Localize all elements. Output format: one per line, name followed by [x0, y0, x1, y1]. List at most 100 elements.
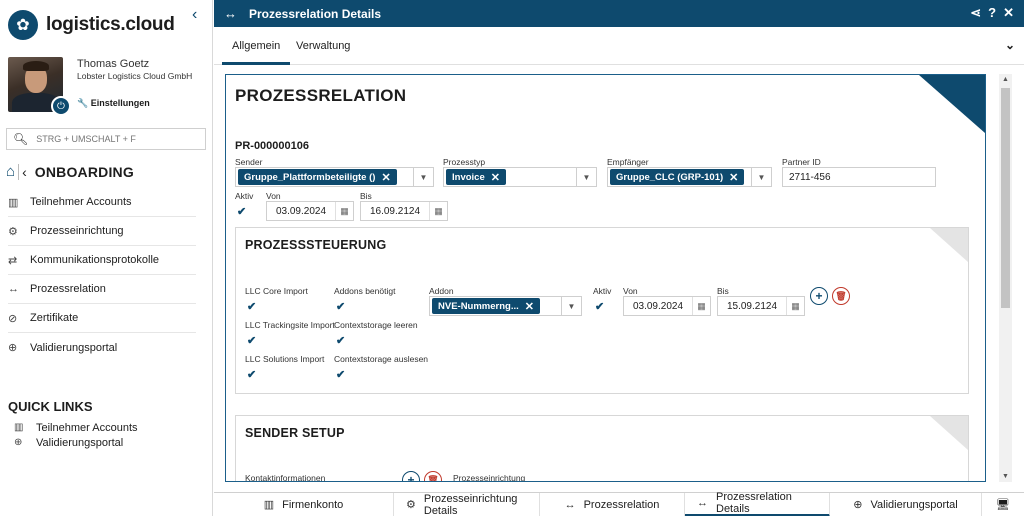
addon-von-date-field[interactable]: 03.09.2024 ▦ — [623, 296, 711, 316]
add-contact-button[interactable]: + — [402, 471, 420, 482]
search-input[interactable] — [36, 134, 197, 144]
addon-aktiv-label: Aktiv — [593, 286, 612, 296]
remove-chip-icon[interactable]: ✕ — [525, 300, 534, 313]
addon-chip: NVE-Nummerng... ✕ — [432, 298, 540, 314]
empfaenger-chip-label: Gruppe_CLC (GRP-101) — [616, 171, 724, 183]
bottom-tab-prozessrelation-details[interactable]: ↔ Prozessrelation Details — [685, 491, 830, 516]
empfaenger-select[interactable]: Gruppe_CLC (GRP-101) ✕ ▼ — [607, 167, 772, 187]
bottom-tab-prozessrelation[interactable]: ↔ Prozessrelation — [540, 492, 685, 516]
addon-aktiv-checkbox[interactable]: ✔ — [595, 301, 607, 313]
close-icon[interactable]: ✕ — [1003, 5, 1014, 21]
calendar-icon[interactable]: ▦ — [429, 202, 447, 220]
tab-bar: Allgemein Verwaltung ⌄ — [214, 27, 1024, 65]
remove-chip-icon[interactable]: ✕ — [491, 171, 500, 184]
remove-chip-icon[interactable]: ✕ — [381, 171, 390, 184]
chevron-down-icon[interactable]: ▼ — [576, 168, 596, 186]
sidebar-item-label: Prozessrelation — [30, 283, 106, 295]
partner-id-field[interactable]: 2711-456 — [782, 167, 936, 187]
global-search[interactable]: 🔍︎ — [6, 128, 206, 150]
exchange-icon: ⇄ — [8, 254, 18, 267]
settings-link[interactable]: 🔧 Einstellungen — [77, 98, 150, 109]
delete-addon-button[interactable]: 🗑︎ — [832, 287, 850, 305]
arrows-horizontal-icon: ↔ — [224, 6, 237, 21]
bottom-tab-label: Prozesseinrichtung Details — [423, 492, 518, 516]
chevron-down-icon[interactable]: ▼ — [561, 297, 581, 315]
bottom-tab-firmenkonto[interactable]: ▥ Firmenkonto — [214, 492, 394, 516]
addon-bis-date-field[interactable]: 15.09.2124 ▦ — [717, 296, 805, 316]
empfaenger-label: Empfänger — [607, 157, 649, 167]
quick-link-validierungsportal[interactable]: ⊕ Validierungsportal — [14, 435, 138, 450]
nav-section-header: ⌂ ‹ ONBOARDING — [6, 163, 134, 180]
llc-core-import-checkbox[interactable]: ✔ — [247, 301, 259, 313]
aktiv-checkbox[interactable]: ✔ — [237, 206, 249, 218]
kontaktinformationen-label: Kontaktinformationen — [245, 473, 326, 482]
bottom-tab-prozesseinrichtung-details[interactable]: ⚙ Prozesseinrichtung Details — [394, 492, 540, 516]
sidebar-item-teilnehmer-accounts[interactable]: ▥ Teilnehmer Accounts — [8, 188, 196, 217]
calendar-icon[interactable]: ▦ — [692, 297, 710, 315]
brand-logo[interactable]: ✿ logistics.cloud — [8, 10, 175, 40]
building-icon: ▥ — [8, 196, 19, 209]
bottom-tab-label: Firmenkonto — [282, 498, 344, 511]
settings-label: Einstellungen — [90, 98, 150, 108]
help-icon[interactable]: ? — [988, 5, 996, 21]
desktop-view-button[interactable]: 🖥︎ — [982, 493, 1024, 516]
llc-solutions-import-checkbox[interactable]: ✔ — [247, 369, 259, 381]
sidebar-item-prozessrelation[interactable]: ↔ Prozessrelation — [8, 275, 196, 304]
chevron-down-icon[interactable]: ▼ — [413, 168, 433, 186]
delete-contact-button[interactable]: 🗑︎ — [424, 471, 442, 481]
addons-benoetigt-label: Addons benötigt — [334, 286, 396, 296]
sidebar-nav: ▥ Teilnehmer Accounts ⚙ Prozesseinrichtu… — [8, 188, 196, 362]
chevron-double-down-icon[interactable]: ⌄ — [1005, 38, 1015, 52]
app-root: ✿ logistics.cloud ‹ ⏻ Thomas Goetz Lobst… — [0, 0, 1024, 516]
wrench-icon: 🔧 — [77, 98, 89, 108]
contextstorage-auslesen-checkbox[interactable]: ✔ — [336, 369, 348, 381]
quick-link-label: Teilnehmer Accounts — [36, 421, 138, 434]
magnify-check-icon: ⊕ — [8, 342, 18, 354]
calendar-icon[interactable]: ▦ — [335, 202, 353, 220]
sidebar-collapse-chevron-icon[interactable]: ‹ — [192, 6, 197, 24]
llc-solutions-import-label: LLC Solutions Import — [245, 354, 325, 364]
magnify-check-icon: ⊕ — [853, 499, 863, 511]
sender-chip-label: Gruppe_Plattformbeteiligte () — [244, 171, 376, 183]
scroll-up-icon[interactable]: ▲ — [1002, 76, 1009, 83]
share-icon[interactable]: ⋖ — [970, 5, 981, 21]
user-company: Lobster Logistics Cloud GmbH — [77, 71, 193, 81]
partner-id-label: Partner ID — [782, 157, 821, 167]
sidebar-item-validierungsportal[interactable]: ⊕ Validierungsportal — [8, 333, 196, 362]
sidebar-item-zertifikate[interactable]: ⊘ Zertifikate — [8, 304, 196, 333]
von-date-field[interactable]: 03.09.2024 ▦ — [266, 201, 354, 221]
contextstorage-leeren-checkbox[interactable]: ✔ — [336, 335, 348, 347]
content-scrollbar[interactable]: ▲ ▼ — [999, 74, 1012, 482]
magnify-check-icon: ⊕ — [14, 437, 23, 448]
tab-verwaltung[interactable]: Verwaltung — [296, 40, 350, 52]
sender-select[interactable]: Gruppe_Plattformbeteiligte () ✕ ▼ — [235, 167, 434, 187]
scroll-down-icon[interactable]: ▼ — [1002, 473, 1009, 480]
bis-date-field[interactable]: 16.09.2124 ▦ — [360, 201, 448, 221]
arrows-horizontal-icon: ↔ — [697, 497, 708, 509]
sidebar-item-prozesseinrichtung[interactable]: ⚙ Prozesseinrichtung — [8, 217, 196, 246]
tab-allgemein[interactable]: Allgemein — [221, 40, 291, 65]
bottom-tab-label: Prozessrelation — [583, 498, 660, 511]
add-addon-button[interactable]: + — [810, 287, 828, 305]
llc-trackingsite-import-checkbox[interactable]: ✔ — [247, 335, 259, 347]
addon-von-date-value: 03.09.2024 — [632, 300, 684, 312]
addons-benoetigt-checkbox[interactable]: ✔ — [336, 301, 348, 313]
bottom-tab-validierungsportal[interactable]: ⊕ Validierungsportal — [830, 492, 982, 516]
home-icon[interactable]: ⌂ — [6, 163, 15, 180]
scrollbar-thumb[interactable] — [1001, 88, 1010, 308]
logout-power-icon[interactable]: ⏻ — [51, 96, 71, 116]
window-header: ↔ Prozessrelation Details ⋖ ? ✕ — [214, 0, 1024, 27]
sidebar-item-label: Kommunikationsprotokolle — [30, 254, 160, 266]
addon-select[interactable]: NVE-Nummerng... ✕ ▼ — [429, 296, 582, 316]
remove-chip-icon[interactable]: ✕ — [729, 171, 738, 184]
plus-icon: + — [407, 473, 415, 482]
sidebar-item-label: Prozesseinrichtung — [30, 225, 124, 237]
prozesstyp-select[interactable]: Invoice ✕ ▼ — [443, 167, 597, 187]
back-chevron-icon[interactable]: ‹ — [18, 163, 27, 180]
quick-link-teilnehmer-accounts[interactable]: ▥ Teilnehmer Accounts — [14, 420, 138, 435]
prozesstyp-label: Prozesstyp — [443, 157, 486, 167]
chevron-down-icon[interactable]: ▼ — [751, 168, 771, 186]
gears-icon: ⚙ — [406, 499, 416, 511]
sidebar-item-kommunikationsprotokolle[interactable]: ⇄ Kommunikationsprotokolle — [8, 246, 196, 275]
calendar-icon[interactable]: ▦ — [786, 297, 804, 315]
